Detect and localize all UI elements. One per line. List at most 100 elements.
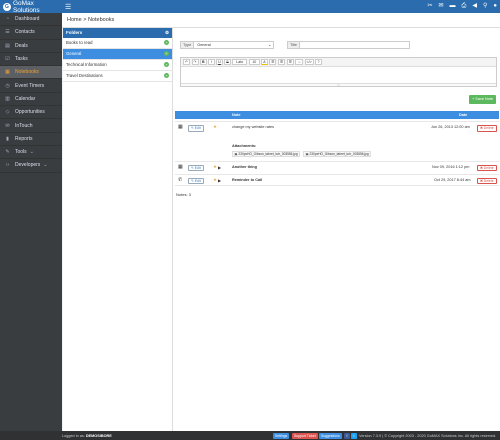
note-title[interactable]: change my website rates: [232, 125, 274, 129]
font-family-select[interactable]: Lato: [232, 58, 248, 66]
top-icons: ✂ ✉ ▬ ⎙ ◀ ⚲ ●: [421, 0, 497, 13]
italic-button[interactable]: I: [208, 58, 215, 66]
note-title[interactable]: Another thing: [232, 165, 257, 169]
breadcrumb-home[interactable]: Home: [67, 17, 82, 23]
phone-icon: ✆: [178, 177, 183, 183]
sidebar-item-intouch[interactable]: ✉ InTouch: [0, 119, 62, 133]
redo-button[interactable]: ↷: [191, 58, 199, 66]
undo-button[interactable]: ↶: [183, 58, 191, 66]
sidebar-item-deals[interactable]: ▤ Deals: [0, 40, 62, 53]
folder-icon[interactable]: ▬: [450, 0, 456, 13]
folder-label: Travel Destinations: [66, 73, 103, 78]
chevron-down-icon: ⌄: [29, 149, 34, 156]
sidebar-item-calendar[interactable]: ▥ Calendar: [0, 93, 62, 107]
sidebar: ◔ Dashboard ☰ Contacts ▤ Deals ☑ Tasks ▦ Note…: [0, 13, 62, 431]
note-title[interactable]: Reminder to Call: [232, 178, 262, 182]
title-field: Title: [287, 41, 411, 49]
sidebar-item-notebooks[interactable]: ▦ Notebooks: [0, 66, 62, 80]
title-input[interactable]: [300, 41, 411, 49]
underline-button[interactable]: U: [216, 58, 223, 66]
breadcrumb-separator: >: [83, 17, 87, 23]
bold-button[interactable]: B: [200, 58, 207, 66]
logo-mark: G: [3, 2, 11, 11]
star-icon[interactable]: ★: [213, 124, 217, 130]
attachments-label: Attachments:: [232, 144, 257, 148]
edit-button[interactable]: ✎ Edit: [188, 177, 204, 184]
attachment-name: 230pxHO_Gibson_tabret_tutr_003556.jpg: [309, 152, 369, 156]
sidebar-item-tools[interactable]: ✎ Tools ⌄: [0, 146, 62, 160]
edit-button[interactable]: ✎ Edit: [188, 125, 204, 132]
sidebar-item-reports[interactable]: ▮ Reports: [0, 133, 62, 146]
sidebar-item-dashboard[interactable]: ◔ Dashboard: [0, 13, 62, 27]
resize-handle[interactable]: ═: [181, 83, 496, 87]
table-row: ✆ ✎ Edit ★ ▶ Reminder to Call Oct 29, 20…: [175, 174, 499, 186]
save-note-label: Save Note: [475, 97, 494, 101]
folder-item-books-to-read[interactable]: Books to read +: [63, 38, 172, 49]
align-button[interactable]: ☰: [286, 58, 294, 66]
sidebar-item-label: Opportunities: [15, 109, 45, 116]
link-button[interactable]: ⇔: [295, 58, 304, 66]
font-color-button[interactable]: A: [261, 58, 268, 66]
chevron-down-icon: ⌄: [43, 162, 48, 169]
search-icon[interactable]: ⚲: [483, 0, 487, 13]
star-icon[interactable]: ★: [213, 164, 217, 170]
envelope-icon[interactable]: ✉: [439, 0, 444, 13]
add-icon[interactable]: +: [164, 40, 169, 45]
contacts-icon: ☰: [5, 29, 10, 36]
edit-button[interactable]: ✎ Edit: [188, 164, 204, 171]
folder-label: Books to read: [66, 40, 93, 45]
folder-item-travel-destinations[interactable]: Travel Destinations +: [63, 71, 172, 82]
code-view-button[interactable]: </>: [304, 58, 314, 66]
add-icon[interactable]: +: [164, 51, 169, 56]
column-header-date: Date: [459, 112, 468, 117]
help-button[interactable]: ?: [315, 58, 322, 66]
save-note-button[interactable]: + Save Note: [469, 95, 497, 104]
type-select[interactable]: General ⌄: [194, 41, 275, 49]
delete-button[interactable]: ✖ Delete: [477, 125, 497, 132]
settings-button[interactable]: Settings: [273, 432, 290, 439]
hamburger-menu-icon[interactable]: ☰: [65, 3, 71, 11]
wrench-icon: ✎: [5, 149, 10, 156]
print-icon[interactable]: ⎙: [462, 0, 467, 13]
attachment-file[interactable]: ▣ 230pxHO_Gibson_tabret_tutr_003556.jpg: [232, 151, 301, 157]
star-icon[interactable]: ★: [213, 177, 217, 183]
gear-icon[interactable]: ⚙: [165, 30, 169, 36]
sidebar-item-tasks[interactable]: ☑ Tasks: [0, 53, 62, 67]
folder-item-general[interactable]: General +: [63, 48, 172, 60]
expand-icon[interactable]: ▶: [218, 165, 221, 170]
add-icon[interactable]: +: [164, 73, 169, 78]
chevron-down-icon: ⌄: [268, 43, 272, 47]
font-size-select[interactable]: 10: [248, 58, 260, 66]
notebook-icon: ▦: [178, 164, 183, 170]
delete-button[interactable]: ✖ Delete: [477, 177, 497, 184]
user-icon[interactable]: ●: [493, 0, 497, 13]
note-date: Nov 09, 2016 1:12 pm: [432, 165, 470, 169]
sidebar-item-label: Contacts: [15, 29, 35, 36]
facebook-icon[interactable]: f: [344, 432, 350, 439]
sidebar-item-developers[interactable]: ‹› Developers ⌄: [0, 159, 62, 173]
strikethrough-button[interactable]: S: [224, 58, 231, 66]
twitter-icon[interactable]: t: [351, 432, 357, 439]
folder-item-technical-information[interactable]: Technical Information +: [63, 60, 172, 71]
delete-button[interactable]: ✖ Delete: [477, 164, 497, 171]
unordered-list-button[interactable]: ☰: [277, 58, 286, 66]
expand-icon[interactable]: ▶: [218, 178, 221, 183]
add-icon[interactable]: +: [164, 62, 169, 67]
delete-label: Delete: [483, 178, 494, 183]
notes-table-header: Note Date: [175, 111, 499, 119]
diamond-icon: ◇: [5, 109, 10, 116]
megaphone-icon[interactable]: ◀: [472, 0, 477, 13]
tools-icon[interactable]: ✂: [427, 0, 432, 13]
sidebar-item-contacts[interactable]: ☰ Contacts: [0, 26, 62, 40]
attachment-file[interactable]: ▣ 230pxHO_Gibson_tabret_tutr_003556.jpg: [303, 151, 372, 157]
sidebar-item-label: Calendar: [15, 95, 36, 102]
rich-text-editor[interactable]: ↶ ↷ B I U S Lato 10 A ☰ ☰ ☰ ⇔ </> ? ═: [180, 57, 497, 87]
sidebar-item-opportunities[interactable]: ◇ Opportunities: [0, 106, 62, 120]
notebook-icon: ▦: [5, 69, 10, 76]
support-ticket-button[interactable]: Support Ticket: [292, 432, 318, 439]
ordered-list-button[interactable]: ☰: [269, 58, 277, 66]
chart-icon: ▮: [6, 135, 9, 142]
app-logo[interactable]: G GoMax Solutions: [0, 0, 62, 14]
sidebar-item-event-timers[interactable]: ◷ Event Timers: [0, 79, 62, 93]
suggestions-button[interactable]: Suggestions: [319, 432, 342, 439]
